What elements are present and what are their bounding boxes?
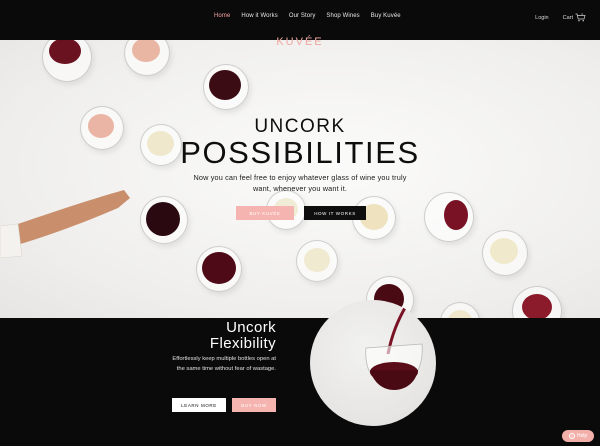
- wine-pour-image: [310, 300, 436, 426]
- login-link[interactable]: Login: [535, 15, 548, 21]
- nav-link-our-story[interactable]: Our Story: [289, 13, 316, 19]
- wine-glass-image: [296, 240, 338, 282]
- brand-logo[interactable]: KUVÉE: [0, 36, 600, 48]
- section-title-line2: Flexibility: [209, 335, 276, 352]
- section-title-line1: Uncork: [226, 319, 276, 336]
- cart-link[interactable]: Cart 0: [563, 13, 586, 22]
- learn-more-button[interactable]: LEARN MORE: [172, 398, 226, 412]
- wine-glass-image: [196, 246, 242, 292]
- help-icon: ?: [568, 433, 575, 439]
- top-nav: Home How it Works Our Story Shop Wines B…: [0, 0, 600, 40]
- cart-icon: 0: [575, 13, 586, 22]
- nav-link-buy-kuvee[interactable]: Buy Kuvée: [371, 13, 401, 19]
- nav-link-how-it-works[interactable]: How it Works: [241, 13, 277, 19]
- arm-holding-glass-image: [0, 190, 130, 258]
- nav-right: Login Cart 0: [535, 13, 586, 22]
- nav-links: Home How it Works Our Story Shop Wines B…: [214, 13, 412, 19]
- hero-subtitle: Now you can feel free to enjoy whatever …: [193, 173, 407, 193]
- buy-now-button[interactable]: BUY NOW: [232, 398, 276, 412]
- how-it-works-button[interactable]: HOW IT WORKS: [304, 206, 366, 220]
- buy-kuvee-button[interactable]: BUY KUVÉE: [236, 206, 294, 220]
- help-label: Help: [576, 433, 588, 439]
- flexibility-section: [0, 318, 600, 446]
- cart-label: Cart: [562, 14, 573, 21]
- wine-glass-image: [203, 64, 249, 110]
- help-button[interactable]: ? Help: [562, 430, 594, 442]
- nav-link-home[interactable]: Home: [214, 13, 230, 19]
- nav-link-shop-wines[interactable]: Shop Wines: [326, 13, 359, 19]
- wine-glass-image: [482, 230, 528, 276]
- section-description: Effortlessly keep multiple bottles open …: [172, 356, 276, 372]
- wine-pour-illustration: [365, 305, 423, 390]
- hero-title: POSSIBILITIES: [180, 135, 420, 170]
- wine-glass-image: [424, 192, 474, 242]
